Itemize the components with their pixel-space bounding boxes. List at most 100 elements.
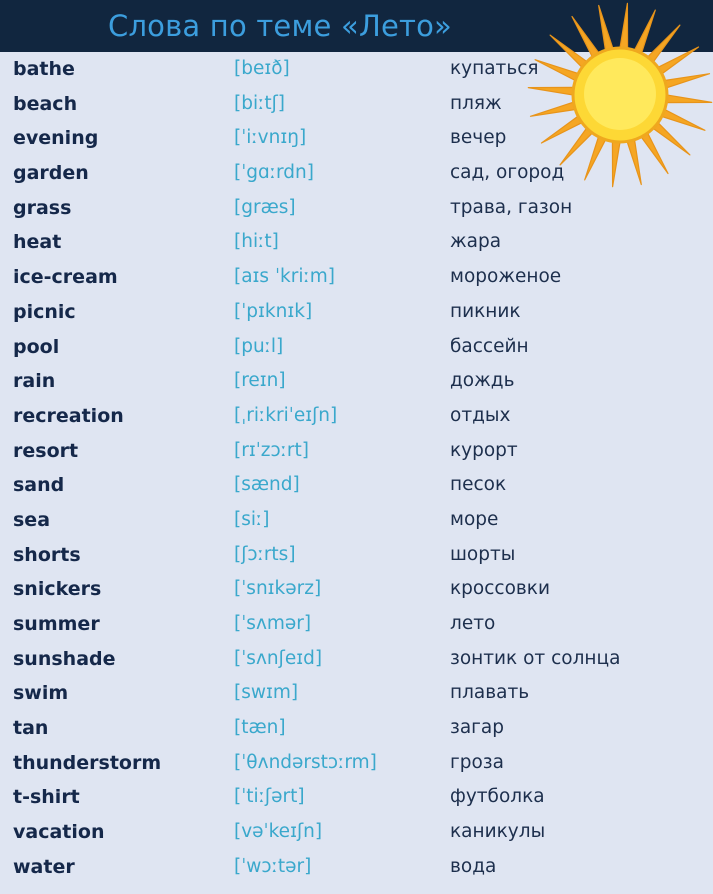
word-cell: shorts <box>13 543 81 566</box>
word-cell: resort <box>13 439 79 462</box>
table-row: pool [puːl] бассейн <box>0 330 713 365</box>
translation-cell: вода <box>450 855 497 877</box>
word-cell: bathe <box>13 58 75 80</box>
transcription-cell: [reɪn] <box>234 370 286 392</box>
translation-cell: курорт <box>450 439 518 461</box>
table-row: sea [siː] море <box>0 503 713 538</box>
word-cell: vacation <box>13 821 105 844</box>
transcription-cell: [rɪˈzɔːrt] <box>234 439 309 461</box>
translation-cell: бассейн <box>450 335 529 357</box>
transcription-cell: [biːtʃ] <box>234 92 286 114</box>
word-cell: picnic <box>13 300 76 323</box>
translation-cell: жара <box>450 231 502 253</box>
translation-cell: зонтик от солнца <box>450 647 621 669</box>
word-cell: t-shirt <box>13 786 80 809</box>
table-row: water [ˈwɔːtər] вода <box>0 850 713 885</box>
table-row: heat [hiːt] жара <box>0 225 713 260</box>
transcription-cell: [vəˈkeɪʃn] <box>234 821 323 843</box>
word-cell: grass <box>13 196 72 219</box>
translation-cell: шорты <box>450 543 516 565</box>
translation-cell: загар <box>450 717 504 739</box>
table-row: snickers [ˈsnɪkərz] кроссовки <box>0 572 713 607</box>
word-cell: recreation <box>13 404 124 427</box>
word-cell: evening <box>13 127 99 150</box>
translation-cell: лето <box>450 613 496 634</box>
transcription-cell: [siː] <box>234 508 270 530</box>
table-row: ice-cream [aɪs ˈkriːm] мороженое <box>0 260 713 295</box>
word-cell: water <box>13 855 75 878</box>
translation-cell: дождь <box>450 370 515 392</box>
transcription-cell: [ˈtiːʃərt] <box>234 786 305 808</box>
transcription-cell: [ʃɔːrts] <box>234 543 296 565</box>
table-row: swim [swɪm] плавать <box>0 676 713 711</box>
vocabulary-table: bathe [beɪð] купаться beach [biːtʃ] пляж eveni… <box>0 52 713 885</box>
word-cell: tan <box>13 717 49 740</box>
transcription-cell: [græs] <box>234 196 296 218</box>
word-cell: rain <box>13 370 56 393</box>
word-cell: garden <box>13 162 89 185</box>
transcription-cell: [ˈiːvnɪŋ] <box>234 127 307 149</box>
table-row: garden [ˈgɑːrdn] сад, огород <box>0 156 713 191</box>
table-row: recreation [ˌriːkriˈeɪʃn] отдых <box>0 399 713 434</box>
transcription-cell: [sænd] <box>234 474 300 496</box>
page-title: Слова по теме «Лето» <box>108 9 452 43</box>
transcription-cell: [hiːt] <box>234 231 279 253</box>
transcription-cell: [ˈsʌmər] <box>234 613 312 634</box>
translation-cell: мороженое <box>450 266 562 288</box>
transcription-cell: [beɪð] <box>234 58 290 79</box>
table-row: grass [græs] трава, газон <box>0 191 713 226</box>
transcription-cell: [ˈpɪknɪk] <box>234 300 313 322</box>
word-cell: beach <box>13 92 78 115</box>
word-cell: ice-cream <box>13 266 118 289</box>
transcription-cell: [aɪs ˈkriːm] <box>234 266 335 288</box>
translation-cell: каникулы <box>450 821 546 843</box>
vocabulary-sheet: Слова по теме «Лето» bathe [beɪð] купаться… <box>0 0 713 894</box>
word-cell: summer <box>13 613 100 635</box>
table-row: shorts [ʃɔːrts] шорты <box>0 538 713 573</box>
word-cell: thunderstorm <box>13 751 162 774</box>
table-row: tan [tæn] загар <box>0 711 713 746</box>
translation-cell: отдых <box>450 404 511 426</box>
table-row: sunshade [ˈsʌnʃeɪd] зонтик от солнца <box>0 642 713 677</box>
transcription-cell: [ˈwɔːtər] <box>234 855 312 877</box>
word-cell: heat <box>13 231 62 254</box>
translation-cell: плавать <box>450 682 530 704</box>
table-row: evening [ˈiːvnɪŋ] вечер <box>0 121 713 156</box>
transcription-cell: [swɪm] <box>234 682 299 704</box>
transcription-cell: [ˈsnɪkərz] <box>234 578 322 600</box>
table-row: resort [rɪˈzɔːrt] курорт <box>0 434 713 469</box>
table-row: picnic [ˈpɪknɪk] пикник <box>0 295 713 330</box>
word-cell: sea <box>13 508 51 531</box>
translation-cell: трава, газон <box>450 196 573 218</box>
transcription-cell: [ˈsʌnʃeɪd] <box>234 647 323 669</box>
word-cell: sunshade <box>13 647 116 670</box>
translation-cell: вечер <box>450 127 507 149</box>
table-row: t-shirt [ˈtiːʃərt] футболка <box>0 780 713 815</box>
translation-cell: море <box>450 508 499 530</box>
transcription-cell: [ˈθʌndərstɔːrm] <box>234 751 377 773</box>
table-row: rain [reɪn] дождь <box>0 364 713 399</box>
transcription-cell: [puːl] <box>234 335 284 357</box>
header-bar: Слова по теме «Лето» <box>0 0 713 52</box>
translation-cell: футболка <box>450 786 545 808</box>
table-row: vacation [vəˈkeɪʃn] каникулы <box>0 815 713 850</box>
translation-cell: сад, огород <box>450 162 565 184</box>
table-row: bathe [beɪð] купаться <box>0 52 713 87</box>
translation-cell: песок <box>450 474 507 496</box>
word-cell: snickers <box>13 578 102 601</box>
word-cell: swim <box>13 682 69 705</box>
word-cell: sand <box>13 474 65 497</box>
word-cell: pool <box>13 335 60 358</box>
transcription-cell: [tæn] <box>234 717 286 739</box>
table-row: sand [sænd] песок <box>0 468 713 503</box>
table-row: thunderstorm [ˈθʌndərstɔːrm] гроза <box>0 746 713 781</box>
translation-cell: пляж <box>450 92 502 114</box>
table-row: summer [ˈsʌmər] лето <box>0 607 713 642</box>
table-row: beach [biːtʃ] пляж <box>0 87 713 122</box>
translation-cell: кроссовки <box>450 578 550 600</box>
transcription-cell: [ˈgɑːrdn] <box>234 162 314 184</box>
translation-cell: купаться <box>450 58 539 79</box>
translation-cell: гроза <box>450 751 504 773</box>
transcription-cell: [ˌriːkriˈeɪʃn] <box>234 404 338 426</box>
translation-cell: пикник <box>450 300 521 322</box>
